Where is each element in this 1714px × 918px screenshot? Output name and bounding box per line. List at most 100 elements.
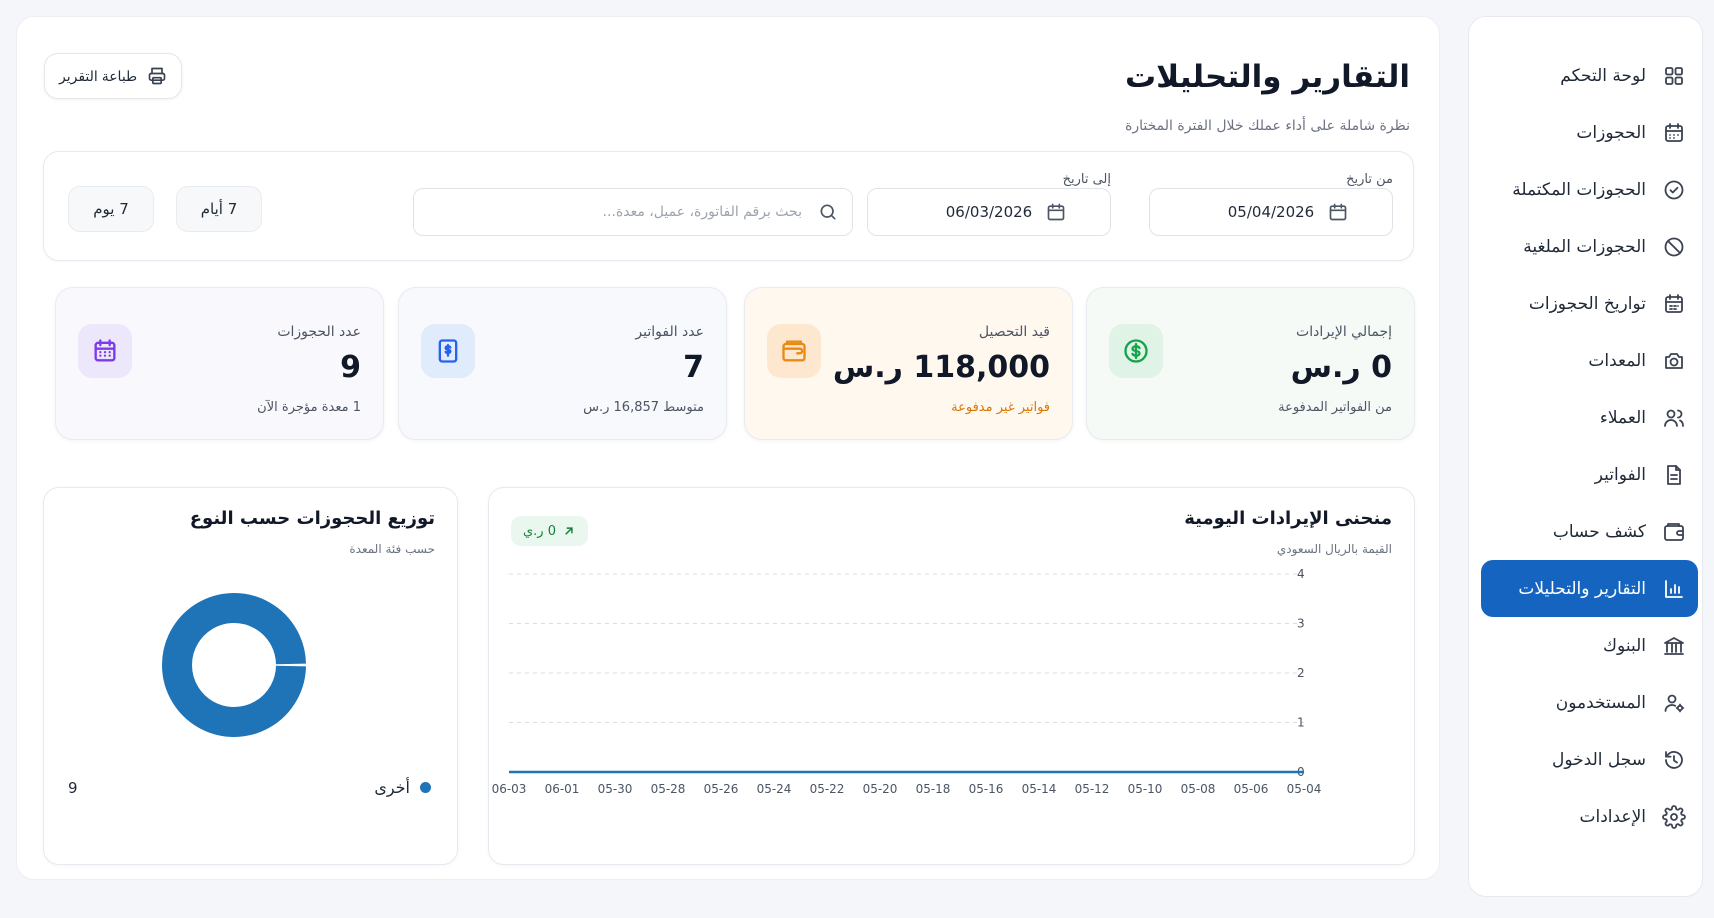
to-date-label: إلى تاريخ bbox=[1062, 172, 1111, 187]
x-tick-label: 05-16 bbox=[969, 782, 1004, 796]
sidebar-item[interactable]: العملاء bbox=[1481, 389, 1698, 446]
sidebar-item[interactable]: الحجوزات bbox=[1481, 104, 1698, 161]
x-tick-label: 05-14 bbox=[1022, 782, 1057, 796]
bookings-donut-card: توزيع الحجوزات حسب النوع حسب فئة المعدة … bbox=[43, 487, 458, 865]
dollar-circle-icon bbox=[1109, 324, 1163, 378]
x-tick-label: 05-22 bbox=[810, 782, 845, 796]
stat-card-bookings: عدد الحجوزات 9 1 معدة مؤجرة الآن bbox=[55, 287, 384, 440]
sidebar-item[interactable]: تواريخ الحجوزات bbox=[1481, 275, 1698, 332]
donut-chart-subtitle: حسب فئة المعدة bbox=[349, 542, 435, 556]
sidebar-item-label: تواريخ الحجوزات bbox=[1528, 293, 1646, 314]
sidebar-item[interactable]: المستخدمون bbox=[1481, 674, 1698, 731]
sidebar-item[interactable]: الفواتير bbox=[1481, 446, 1698, 503]
dashboard-grid-icon bbox=[1662, 64, 1686, 88]
bookings-donut-chart bbox=[162, 593, 306, 737]
stat-value: 7 bbox=[683, 350, 704, 385]
stat-value: 118,000 ر.س bbox=[832, 350, 1050, 385]
sidebar-item-label: سجل الدخول bbox=[1552, 749, 1646, 770]
x-tick-label: 05-06 bbox=[1234, 782, 1269, 796]
x-tick-label: 06-03 bbox=[492, 782, 527, 796]
stat-value: 9 bbox=[340, 350, 361, 385]
x-tick-label: 05-26 bbox=[704, 782, 739, 796]
stat-note: 1 معدة مؤجرة الآن bbox=[257, 400, 361, 415]
sidebar-item-label: الحجوزات المكتملة bbox=[1512, 179, 1646, 200]
search-icon bbox=[818, 202, 838, 222]
x-tick-label: 06-01 bbox=[545, 782, 580, 796]
calendar-icon bbox=[1662, 121, 1686, 145]
wallet-icon bbox=[1662, 520, 1686, 544]
x-tick-label: 05-28 bbox=[651, 782, 686, 796]
sidebar-item[interactable]: الحجوزات الملغية bbox=[1481, 218, 1698, 275]
bank-icon bbox=[1662, 634, 1686, 658]
to-date-field[interactable]: 06/03/2026 bbox=[867, 188, 1111, 236]
to-date-value: 06/03/2026 bbox=[945, 203, 1033, 221]
quick-range-7-days[interactable]: 7 أيام bbox=[176, 186, 262, 232]
quick-range-7-day[interactable]: 7 يوم bbox=[68, 186, 154, 232]
calendar-icon bbox=[78, 324, 132, 378]
y-tick-label: 3 bbox=[1297, 617, 1305, 631]
sidebar-item-label: البنوك bbox=[1603, 635, 1646, 656]
calendar-icon bbox=[1328, 202, 1348, 222]
wallet-icon bbox=[767, 324, 821, 378]
x-tick-label: 05-24 bbox=[757, 782, 792, 796]
gear-icon bbox=[1662, 804, 1686, 829]
bar-chart-icon bbox=[1662, 577, 1686, 601]
printer-icon bbox=[147, 66, 167, 86]
sidebar-item[interactable]: الحجوزات المكتملة bbox=[1481, 161, 1698, 218]
stat-note: من الفواتير المدفوعة bbox=[1278, 400, 1392, 415]
sidebar-item[interactable]: سجل الدخول bbox=[1481, 731, 1698, 788]
calendar-dates-icon bbox=[1662, 292, 1686, 316]
history-icon bbox=[1662, 748, 1686, 772]
sidebar-item-label: الحجوزات الملغية bbox=[1523, 236, 1646, 257]
camera-icon bbox=[1662, 349, 1686, 373]
main-panel: التقارير والتحليلات نظرة شاملة على أداء … bbox=[16, 16, 1440, 880]
sidebar-item[interactable]: كشف حساب bbox=[1481, 503, 1698, 560]
print-report-label: طباعة التقرير bbox=[59, 67, 138, 84]
stat-note: فواتير غير مدفوعة bbox=[951, 400, 1050, 415]
sidebar-item-label: الإعدادات bbox=[1579, 806, 1646, 827]
x-tick-label: 05-08 bbox=[1181, 782, 1216, 796]
sidebar-item-label: العملاء bbox=[1599, 407, 1646, 428]
legend-dot bbox=[420, 782, 431, 793]
stat-value: 0 ر.س bbox=[1290, 350, 1392, 385]
x-tick-label: 05-30 bbox=[598, 782, 633, 796]
stat-note: متوسط 16,857 ر.س bbox=[583, 400, 704, 415]
sidebar-item[interactable]: الإعدادات bbox=[1481, 788, 1698, 845]
x-tick-label: 05-10 bbox=[1128, 782, 1163, 796]
from-date-value: 05/04/2026 bbox=[1227, 203, 1315, 221]
sidebar-item[interactable]: لوحة التحكم bbox=[1481, 47, 1698, 104]
sidebar-item[interactable]: البنوك bbox=[1481, 617, 1698, 674]
revenue-line-chart: 0123406-03 06-01 05-30 05-28 05-26 05-24 05-22… bbox=[492, 567, 1322, 796]
print-report-button[interactable]: طباعة التقرير bbox=[44, 53, 183, 99]
file-text-icon bbox=[1662, 463, 1686, 487]
sidebar-item[interactable]: المعدات bbox=[1481, 332, 1698, 389]
users-icon bbox=[1662, 406, 1686, 430]
legend-value: 9 bbox=[68, 779, 78, 797]
sidebar-item-label: الفواتير bbox=[1594, 464, 1646, 485]
sidebar-item-label: لوحة التحكم bbox=[1560, 65, 1646, 86]
sidebar-item-label: المعدات bbox=[1588, 350, 1646, 371]
sidebar-item-label: الحجوزات bbox=[1576, 122, 1646, 143]
invoice-dollar-icon bbox=[421, 324, 475, 378]
donut-chart-title: توزيع الحجوزات حسب النوع bbox=[189, 508, 435, 529]
sidebar-item-label: المستخدمون bbox=[1555, 692, 1646, 713]
stat-title: عدد الفواتير bbox=[635, 324, 704, 340]
y-tick-label: 1 bbox=[1297, 716, 1305, 730]
revenue-chart-card: منحنى الإيرادات اليومية القيمة بالريال ا… bbox=[488, 487, 1415, 865]
filter-bar: من تاريخ 05/04/2026 إلى تاريخ 06/03/2026… bbox=[43, 151, 1414, 261]
stat-title: عدد الحجوزات bbox=[277, 324, 361, 340]
y-tick-label: 4 bbox=[1297, 567, 1305, 581]
page-title: التقارير والتحليلات bbox=[1125, 59, 1410, 95]
search-input[interactable] bbox=[414, 204, 852, 220]
from-date-label: من تاريخ bbox=[1346, 172, 1393, 187]
calendar-icon bbox=[1046, 202, 1066, 222]
from-date-field[interactable]: 05/04/2026 bbox=[1149, 188, 1393, 236]
user-cog-icon bbox=[1662, 691, 1686, 715]
stat-card-total-revenue: إجمالي الإيرادات 0 ر.س من الفواتير المدف… bbox=[1086, 287, 1415, 440]
stat-card-invoices: عدد الفواتير 7 متوسط 16,857 ر.س bbox=[398, 287, 727, 440]
sidebar-item[interactable]: التقارير والتحليلات bbox=[1481, 560, 1698, 617]
donut-legend-item: أخرى bbox=[374, 778, 431, 797]
check-circle-icon bbox=[1662, 178, 1686, 202]
x-tick-label: 05-04 bbox=[1287, 782, 1322, 796]
sidebar-item-label: التقارير والتحليلات bbox=[1518, 578, 1646, 599]
